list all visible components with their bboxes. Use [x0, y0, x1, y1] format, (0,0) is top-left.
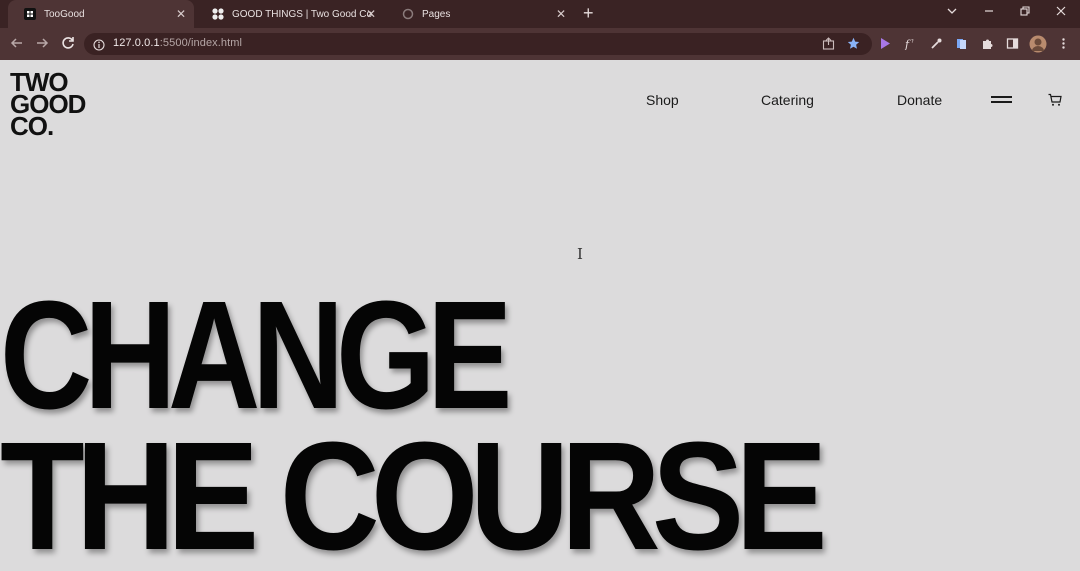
hero-headline-line-2: THE COURSE [0, 410, 828, 571]
site-info-icon[interactable] [93, 38, 105, 56]
text-cursor-icon: I [577, 245, 583, 263]
hero-headline-line-1: CHANGE [0, 269, 512, 441]
back-icon[interactable] [10, 36, 24, 53]
extension-function-icon[interactable]: f? [903, 37, 917, 51]
extensions-puzzle-icon[interactable] [980, 37, 994, 51]
site-favicon-icon [212, 8, 224, 20]
restore-icon[interactable] [1020, 5, 1030, 19]
two-good-co-logo[interactable]: TWO GOOD CO. [10, 69, 86, 139]
tab-good-things[interactable]: GOOD THINGS | Two Good Co ✕ [196, 0, 384, 28]
side-panel-icon[interactable] [1005, 37, 1019, 51]
nav-catering-link[interactable]: Catering [761, 92, 814, 108]
tab-title: TooGood [44, 8, 85, 20]
share-icon[interactable] [821, 37, 835, 51]
url-text: 127.0.0.1:5500/index.html [113, 37, 243, 49]
tab-pages[interactable]: Pages ✕ [386, 0, 574, 28]
tab-close-icon[interactable]: ✕ [556, 7, 566, 21]
tab-close-icon[interactable]: ✕ [176, 7, 186, 21]
bookmark-star-icon[interactable] [846, 37, 860, 51]
nav-shop-link[interactable]: Shop [646, 92, 679, 108]
tab-title: GOOD THINGS | Two Good Co [232, 8, 373, 20]
eyedropper-icon[interactable] [929, 37, 943, 51]
tab-toogood[interactable]: TooGood ✕ [8, 0, 194, 28]
extension-purple-icon[interactable] [878, 37, 892, 51]
profile-avatar[interactable] [1029, 35, 1047, 53]
reload-icon[interactable] [61, 36, 75, 53]
tab-close-icon[interactable]: ✕ [366, 7, 376, 21]
forward-icon[interactable] [35, 36, 49, 53]
cart-icon[interactable] [1048, 93, 1062, 112]
hamburger-menu-icon[interactable] [991, 96, 1012, 104]
svg-text:f: f [904, 38, 911, 50]
browser-menu-icon[interactable] [1056, 37, 1070, 51]
svg-text:?: ? [911, 39, 914, 45]
nav-donate-link[interactable]: Donate [897, 92, 942, 108]
tab-title: Pages [422, 8, 451, 20]
loading-icon [402, 8, 414, 20]
minimize-icon[interactable] [984, 5, 994, 19]
new-tab-button[interactable]: + [583, 4, 594, 22]
tab-search-icon[interactable] [947, 5, 957, 19]
extension-docs-icon[interactable] [954, 37, 968, 51]
close-window-icon[interactable] [1056, 5, 1066, 19]
browser-tab-strip: TooGood ✕ GOOD THINGS | Two Good Co ✕ Pa… [0, 0, 1080, 28]
site-favicon-icon [24, 8, 36, 20]
